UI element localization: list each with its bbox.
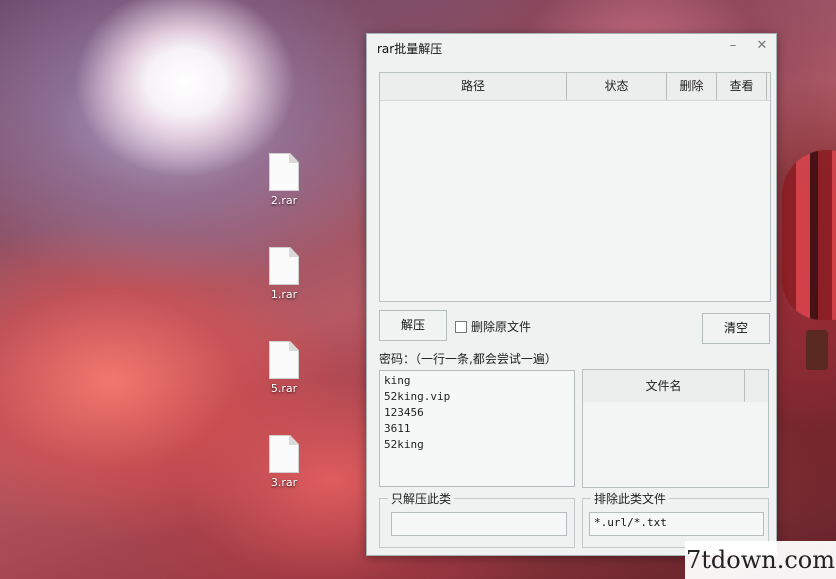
balloon-basket-wallpaper [806,330,828,370]
table-header: 路径 状态 删除 查看 [380,73,770,101]
only-extract-legend: 只解压此类 [388,490,455,507]
delete-original-label: 删除原文件 [471,320,532,334]
desktop-icon-3rar[interactable]: 3.rar [254,435,314,489]
column-header-status[interactable]: 状态 [567,73,667,100]
site-watermark: 7tdown.com [685,541,836,579]
filename-table[interactable]: 文件名 [582,369,769,488]
exclude-legend: 排除此类文件 [591,490,670,507]
desktop-icon-5rar[interactable]: 5.rar [254,341,314,395]
password-line: 123456 [384,406,424,419]
extract-button[interactable]: 解压 [379,310,447,341]
file-icon [269,341,299,379]
password-line: 52king.vip [384,390,451,403]
filename-table-header: 文件名 [583,370,768,402]
only-extract-group: 只解压此类 [379,490,575,548]
password-line: king [384,374,411,387]
password-textarea[interactable]: king 52king.vip 123456 3611 52king [379,370,575,487]
checkbox-box[interactable] [455,320,467,333]
hot-air-balloon-wallpaper [782,150,836,320]
delete-original-checkbox[interactable]: 删除原文件 [455,318,531,335]
file-icon [269,153,299,191]
desktop-icon-label: 1.rar [270,288,298,301]
password-line: 3611 [384,422,411,435]
close-button[interactable]: ✕ [751,37,773,55]
desktop-icon-label: 3.rar [270,476,298,489]
only-extract-input[interactable] [391,512,567,536]
file-list-table[interactable]: 路径 状态 删除 查看 [379,72,771,302]
desktop-icon-1rar[interactable]: 1.rar [254,247,314,301]
column-header-delete[interactable]: 删除 [667,73,717,100]
exclude-input[interactable]: *.url/*.txt [589,512,764,536]
file-icon [269,247,299,285]
column-header-view[interactable]: 查看 [717,73,767,100]
desktop-icon-2rar[interactable]: 2.rar [254,153,314,207]
rar-batch-extract-window: rar批量解压 – ✕ 路径 状态 删除 查看 解压 删除原文件 清空 密码：（… [366,33,777,556]
file-icon [269,435,299,473]
password-label: 密码：（一行一条,都会尝试一遍） [379,352,557,366]
password-line: 52king [384,438,424,451]
column-header-path[interactable]: 路径 [380,73,567,100]
clear-button[interactable]: 清空 [702,313,770,344]
column-header-filename[interactable]: 文件名 [583,370,745,402]
desktop-icon-label: 2.rar [270,194,298,207]
minimize-button[interactable]: – [722,37,744,55]
desktop-icon-label: 5.rar [270,382,298,395]
window-title: rar批量解压 [377,42,443,56]
